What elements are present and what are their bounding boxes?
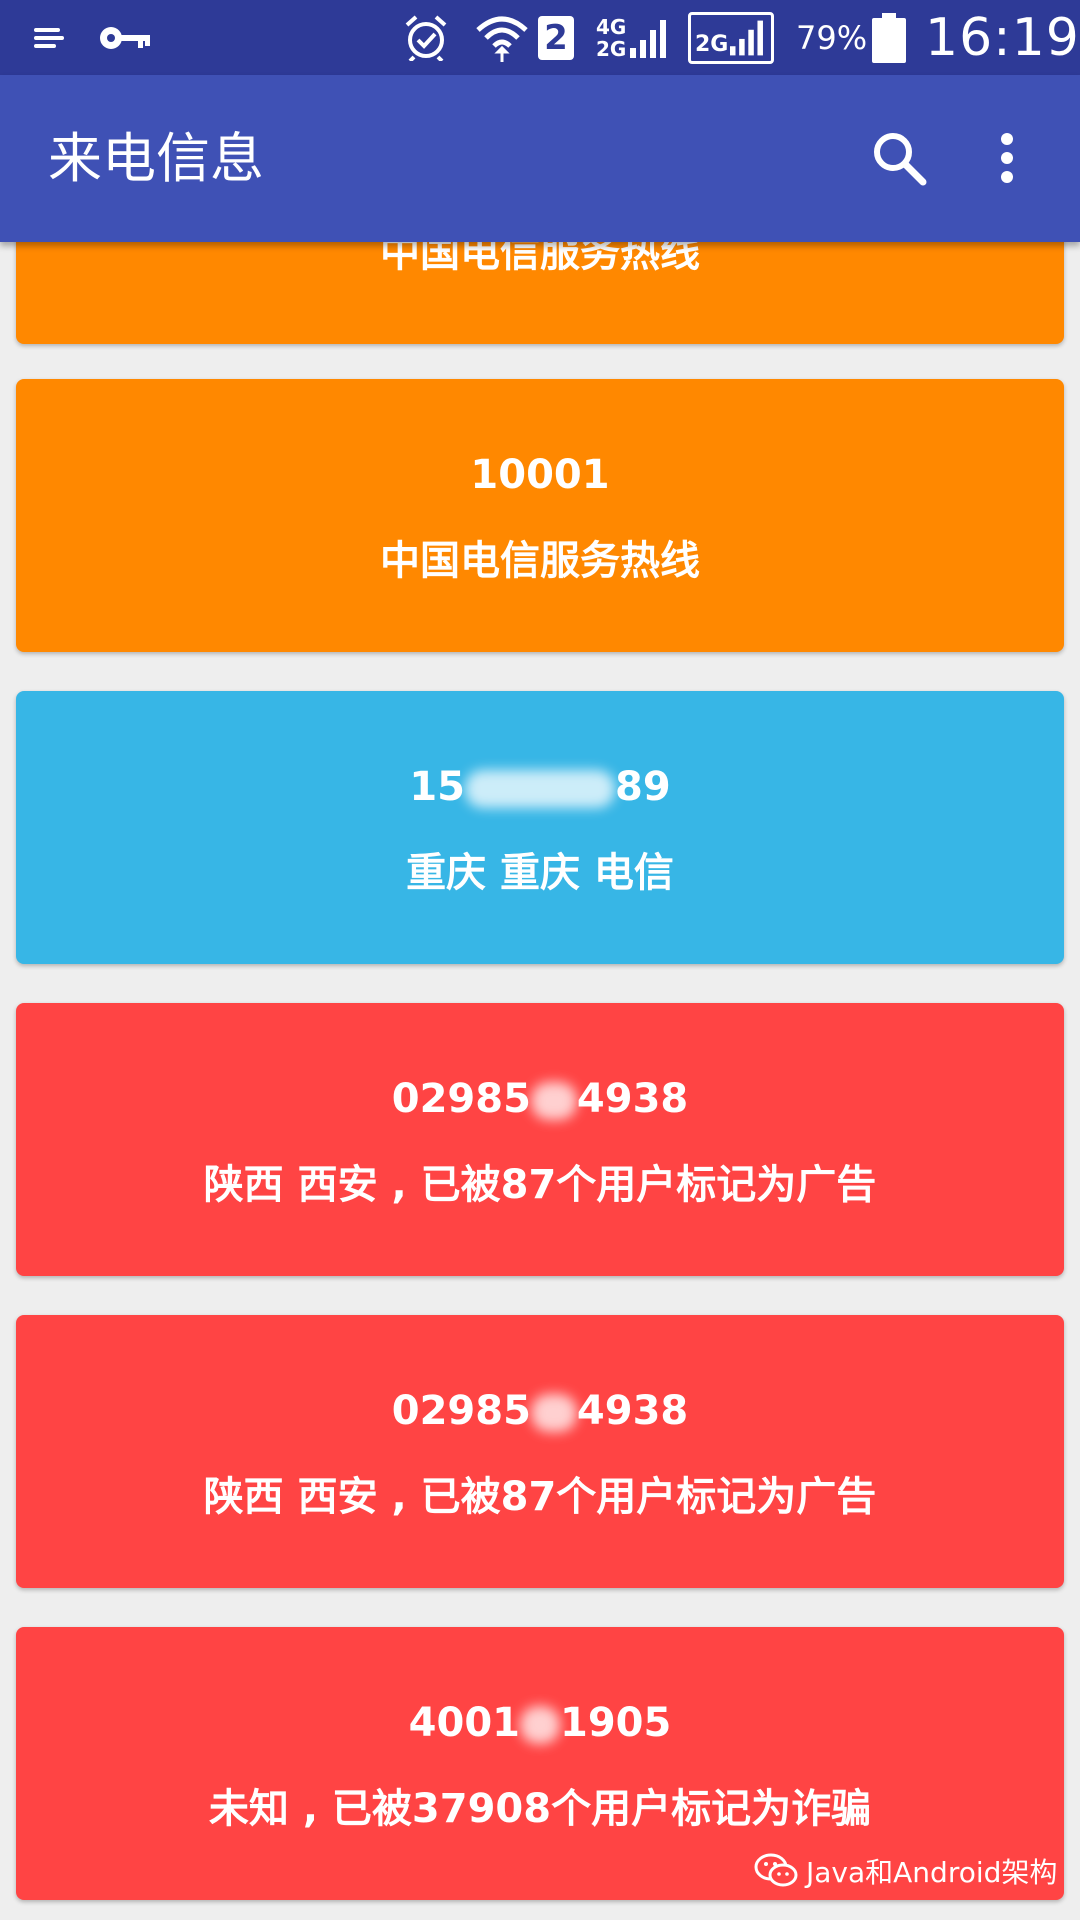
signal-icon-sim2: 2G <box>688 0 774 75</box>
call-description: 未知 , 已被37908个用户标记为诈骗 <box>208 1786 872 1832</box>
sim-slot-badge: 2 <box>538 0 574 75</box>
phone-number-prefix: 15 <box>409 764 465 810</box>
redacted-digits <box>530 1394 577 1432</box>
call-card[interactable]: 02985 4938 陕西 西安 , 已被87个用户标记为广告 <box>16 1315 1064 1588</box>
network-type-bottom: 2G <box>596 36 627 61</box>
call-card[interactable]: 中国电信服务热线 <box>16 242 1064 344</box>
phone-number: 15 89 <box>16 763 1064 811</box>
sim-slot-number: 2 <box>538 15 574 60</box>
call-card[interactable]: 15 89 重庆 重庆 电信 <box>16 691 1064 964</box>
call-description: 中国电信服务热线 <box>380 538 700 584</box>
app-bar: 来电信息 <box>0 75 1080 242</box>
battery-icon <box>872 0 906 75</box>
phone-number-suffix: 4938 <box>576 1388 689 1434</box>
wifi-icon <box>476 0 528 75</box>
watermark: Java和Android架构 <box>754 1846 1057 1896</box>
watermark-text: Java和Android架构 <box>806 1856 1058 1889</box>
phone-number: 02985 4938 <box>16 1387 1064 1435</box>
phone-number-prefix: 02985 <box>391 1388 531 1434</box>
key-icon <box>98 0 152 75</box>
status-bar: 2 4G 2G 2G 79% 16:19 <box>0 0 1080 75</box>
call-card[interactable]: 02985 4938 陕西 西安 , 已被87个用户标记为广告 <box>16 1003 1064 1276</box>
call-card[interactable]: 10001 中国电信服务热线 <box>16 379 1064 652</box>
phone-number-prefix: 02985 <box>391 1076 531 1122</box>
signal-icon-sim1: 4G 2G <box>596 0 667 75</box>
search-icon[interactable] <box>856 115 942 201</box>
phone-number-suffix: 89 <box>615 764 671 810</box>
phone-number: 10001 <box>470 452 610 498</box>
call-description: 重庆 重庆 电信 <box>406 850 674 896</box>
call-description: 陕西 西安 , 已被87个用户标记为广告 <box>203 1162 877 1208</box>
wechat-icon <box>754 1853 798 1889</box>
more-vert-icon[interactable] <box>964 115 1050 201</box>
network-type-top: 4G <box>596 14 627 39</box>
phone-number: 4001 1905 <box>16 1699 1064 1747</box>
redacted-digits <box>530 1082 577 1120</box>
call-description: 中国电信服务热线 <box>380 242 700 276</box>
call-info-list[interactable]: 中国电信服务热线 10001 中国电信服务热线 15 89 重庆 重庆 电信 02… <box>0 242 1080 1920</box>
redacted-digits <box>465 770 615 808</box>
phone-number: 02985 4938 <box>16 1075 1064 1123</box>
network-type-sim2: 2G <box>695 31 729 57</box>
alarm-icon <box>404 0 448 75</box>
notification-menu-icon <box>34 0 64 75</box>
app-title: 来电信息 <box>48 127 264 190</box>
redacted-digits <box>520 1706 560 1744</box>
phone-number-suffix: 1905 <box>560 1700 672 1746</box>
status-time: 16:19 <box>925 7 1080 68</box>
battery-percentage: 79% <box>796 18 868 57</box>
call-description: 陕西 西安 , 已被87个用户标记为广告 <box>203 1474 877 1520</box>
phone-number-prefix: 4001 <box>408 1700 520 1746</box>
phone-number-suffix: 4938 <box>576 1076 689 1122</box>
